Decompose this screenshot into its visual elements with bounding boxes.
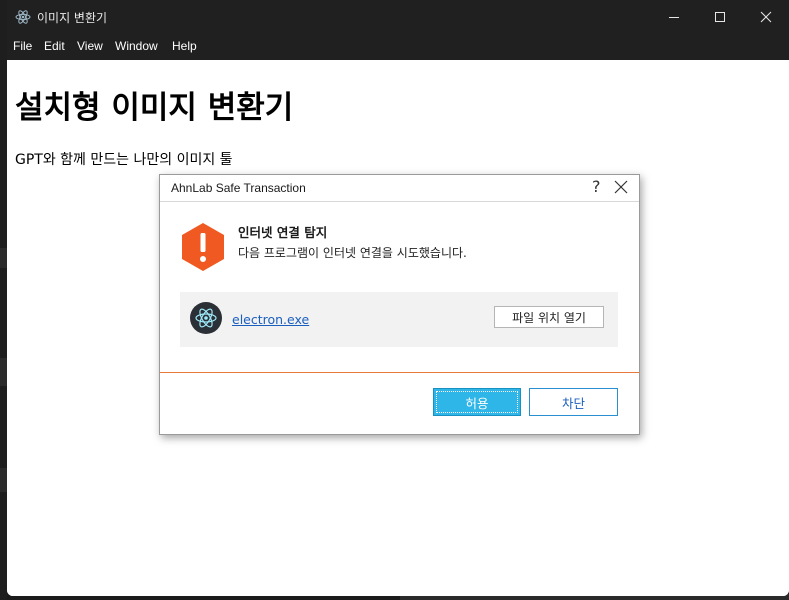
- menu-edit[interactable]: Edit: [44, 39, 65, 53]
- menu-view[interactable]: View: [77, 39, 103, 53]
- minimize-button[interactable]: [651, 0, 697, 34]
- background-segment: [0, 358, 7, 386]
- alert-title: 인터넷 연결 탐지: [238, 225, 328, 240]
- menu-help[interactable]: Help: [172, 39, 197, 53]
- page-subtitle: GPT와 함께 만드는 나만의 이미지 툴: [15, 152, 233, 168]
- dialog-close-icon[interactable]: [614, 180, 628, 194]
- ahnlab-dialog: AhnLab Safe Transaction ? 인터넷 연결 탐지 다음 프…: [159, 174, 640, 435]
- background-segment: [0, 248, 7, 268]
- title-bar[interactable]: 이미지 변환기: [7, 0, 789, 34]
- dialog-divider: [160, 201, 639, 202]
- menu-window[interactable]: Window: [115, 39, 158, 53]
- dialog-footer-divider: [160, 372, 639, 373]
- program-info-panel: electron.exe 파일 위치 열기: [180, 292, 618, 347]
- allow-button[interactable]: 허용: [433, 388, 521, 416]
- page-title: 설치형 이미지 변환기: [15, 90, 294, 126]
- electron-icon: [190, 302, 222, 334]
- background-segment: [0, 468, 7, 492]
- electron-app-icon: [15, 10, 31, 24]
- help-icon[interactable]: ?: [592, 177, 601, 196]
- menu-file[interactable]: File: [13, 39, 32, 53]
- block-button[interactable]: 차단: [529, 388, 618, 416]
- warning-icon: [182, 223, 224, 271]
- dialog-title: AhnLab Safe Transaction: [171, 181, 306, 195]
- open-file-location-button[interactable]: 파일 위치 열기: [494, 306, 604, 328]
- close-button[interactable]: [743, 0, 789, 34]
- minimize-icon: [669, 17, 679, 18]
- maximize-button[interactable]: [697, 0, 743, 34]
- alert-description: 다음 프로그램이 인터넷 연결을 시도했습니다.: [238, 246, 467, 260]
- program-name-link[interactable]: electron.exe: [232, 312, 309, 327]
- menu-bar: File Edit View Window Help: [7, 34, 789, 60]
- window-title: 이미지 변환기: [37, 11, 108, 25]
- close-icon: [760, 11, 772, 23]
- maximize-icon: [715, 12, 725, 22]
- background-left-strip: [0, 0, 7, 600]
